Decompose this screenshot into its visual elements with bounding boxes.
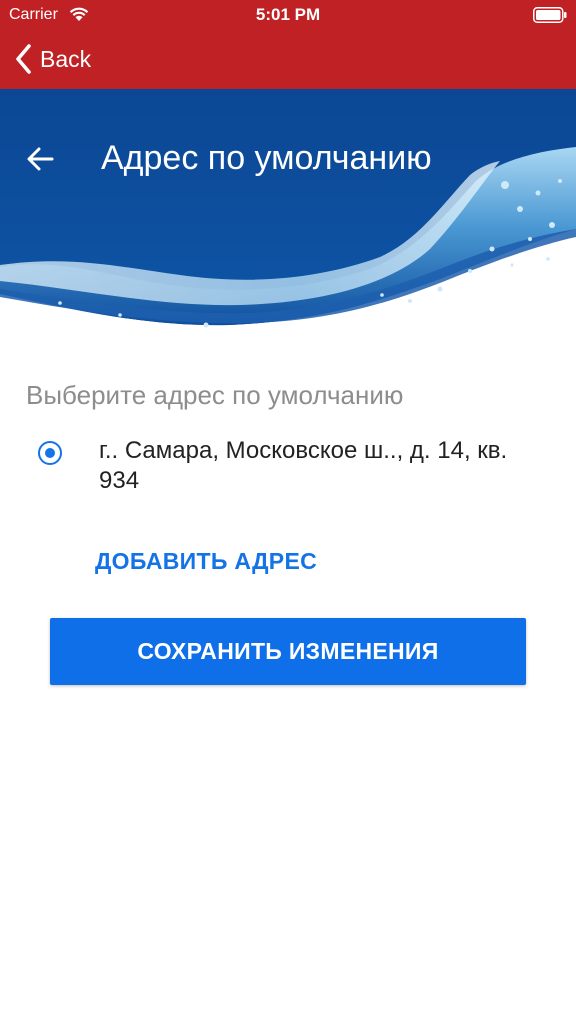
address-text: г.. Самара, Московское ш.., д. 14, кв. 9…	[99, 437, 508, 494]
status-bar: Carrier 5:01 PM	[0, 0, 576, 32]
status-time: 5:01 PM	[255, 5, 321, 24]
battery-icon	[533, 7, 567, 23]
add-address-button[interactable]: ДОБАВИТЬ АДРЕС	[95, 548, 317, 575]
section-label: Выберите адрес по умолчанию	[26, 380, 404, 410]
navigation-bar: Carrier 5:01 PM Back	[0, 0, 576, 89]
radio-selected-icon[interactable]	[38, 441, 62, 465]
chevron-left-icon	[16, 44, 31, 74]
water-wave-image	[0, 89, 576, 335]
arrow-left-icon[interactable]	[22, 141, 58, 177]
save-changes-button[interactable]: СОХРАНИТЬ ИЗМЕНЕНИЯ	[50, 618, 526, 685]
header-banner: Адрес по умолчанию	[0, 89, 576, 335]
back-button[interactable]: Back	[14, 40, 91, 78]
save-changes-label: СОХРАНИТЬ ИЗМЕНЕНИЯ	[137, 638, 439, 664]
page-title: Адрес по умолчанию	[101, 139, 432, 177]
radio-dot	[45, 448, 55, 458]
back-button-label: Back	[40, 45, 92, 72]
